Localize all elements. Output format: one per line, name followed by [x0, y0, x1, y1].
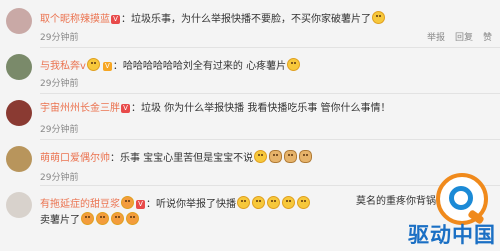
avatar[interactable]: [6, 100, 32, 126]
comment-text: ：听说你举报了快播: [146, 199, 236, 210]
laugh-emoji-icon: [252, 196, 265, 209]
angry-emoji-icon: [111, 212, 124, 225]
emoji-icon: [372, 11, 385, 24]
member-badge-icon: V: [111, 15, 120, 24]
emoji-icon: [86, 58, 100, 71]
like-button[interactable]: 赞: [483, 33, 492, 43]
emoji-icon: [121, 196, 134, 209]
comment-text-cont: 卖薯片了: [40, 215, 80, 226]
comment-text: ：乐事 宝宝心里苦但是宝宝不说: [110, 153, 254, 164]
comment-text: ：垃圾乐事，为什么举报快播不要脸，不买你家破薯片了: [121, 14, 371, 25]
emoji-icon: [287, 58, 301, 71]
username-link[interactable]: 与我私奔v: [40, 61, 86, 72]
vip-icon: V: [102, 62, 112, 71]
comment-time: 29分钟前: [40, 173, 79, 183]
angry-emoji-icon: [126, 212, 139, 225]
comment-item: 宇宙州州长金三胖 V ：垃圾 你为什么举报快播 我看快播吃乐事 管你什么事情！ 29…: [0, 94, 500, 140]
watermark-logo: 驱动中国: [360, 169, 500, 251]
member-badge-icon: V: [136, 200, 145, 209]
username-link[interactable]: 取个昵称辣摸蓝: [40, 14, 110, 25]
comment-text: ：哈哈哈哈哈哈刘全有过来的 心疼薯片: [112, 61, 287, 72]
dog-emoji-icon: [299, 150, 313, 163]
comment-time: 29分钟前: [40, 33, 79, 43]
member-badge-icon: V: [121, 104, 130, 113]
laugh-emoji-icon: [267, 196, 280, 209]
avatar[interactable]: [6, 54, 32, 80]
comment-text: ：垃圾 你为什么举报快播 我看快播吃乐事 管你什么事情！: [131, 103, 391, 114]
watermark-text: 驱动中国: [408, 223, 496, 247]
comment-time: 29分钟前: [40, 79, 79, 89]
comment-line: 有拖延症的甜豆浆 V ：听说你举报了快播: [40, 196, 311, 211]
avatar[interactable]: [6, 8, 32, 34]
comment-item: 与我私奔v V ：哈哈哈哈哈哈刘全有过来的 心疼薯片 29分钟前: [0, 48, 500, 94]
angry-emoji-icon: [96, 212, 109, 225]
dog-emoji-icon: [269, 150, 283, 163]
emoji-icon: [254, 150, 268, 163]
comment-line2: 卖薯片了: [40, 212, 140, 227]
comment-actions: 举报 回复赞: [417, 30, 492, 43]
comment-line: 取个昵称辣摸蓝 V ：垃圾乐事，为什么举报快播不要脸，不买你家破薯片了: [40, 11, 386, 26]
laugh-emoji-icon: [282, 196, 295, 209]
angry-emoji-icon: [81, 212, 94, 225]
comment-line: 萌萌口爱偶尔帅：乐事 宝宝心里苦但是宝宝不说: [40, 150, 313, 165]
dog-emoji-icon: [284, 150, 298, 163]
username-link[interactable]: 宇宙州州长金三胖: [40, 103, 120, 114]
reply-button[interactable]: 回复: [455, 33, 473, 43]
comment-time: 29分钟前: [40, 125, 79, 135]
comment-line: 与我私奔v V ：哈哈哈哈哈哈刘全有过来的 心疼薯片: [40, 58, 301, 73]
comment-line: 宇宙州州长金三胖 V ：垃圾 你为什么举报快播 我看快播吃乐事 管你什么事情！: [40, 103, 391, 115]
laugh-emoji-icon: [237, 196, 250, 209]
username-link[interactable]: 有拖延症的甜豆浆: [40, 199, 120, 210]
report-button[interactable]: 举报: [427, 33, 445, 43]
username-link[interactable]: 萌萌口爱偶尔帅: [40, 153, 110, 164]
avatar[interactable]: [6, 192, 32, 218]
comment-item: 取个昵称辣摸蓝 V ：垃圾乐事，为什么举报快播不要脸，不买你家破薯片了 29分钟前 …: [0, 2, 500, 48]
laugh-emoji-icon: [297, 196, 310, 209]
avatar[interactable]: [6, 146, 32, 172]
